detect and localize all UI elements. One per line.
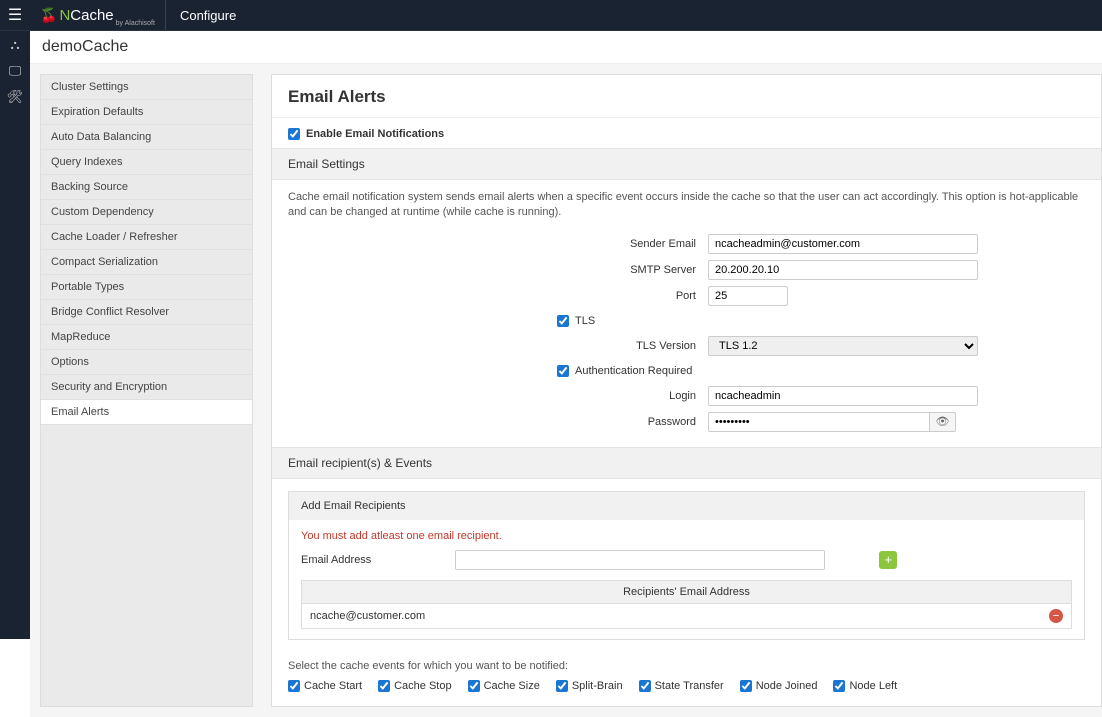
recipients-events-header: Email recipient(s) & Events <box>272 447 1101 479</box>
enable-email-checkbox[interactable] <box>288 128 300 140</box>
monitor-icon[interactable]: 🖵 <box>9 63 22 79</box>
email-address-label: Email Address <box>301 554 371 566</box>
delete-recipient-button[interactable]: − <box>1049 609 1063 623</box>
login-input[interactable] <box>708 386 978 406</box>
event-node-joined[interactable]: Node Joined <box>740 680 818 692</box>
auth-required-checkbox[interactable] <box>557 365 569 377</box>
smtp-server-input[interactable] <box>708 260 978 280</box>
smtp-server-label: SMTP Server <box>288 264 708 276</box>
sidenav-item-mapreduce[interactable]: MapReduce <box>41 325 252 350</box>
sidenav-item-bridge-conflict-resolver[interactable]: Bridge Conflict Resolver <box>41 300 252 325</box>
add-recipient-button[interactable]: + <box>879 551 897 569</box>
event-checkbox[interactable] <box>288 680 300 692</box>
logo: 🍒 NCache by Alachisoft <box>30 0 166 30</box>
sidenav-item-email-alerts[interactable]: Email Alerts <box>41 400 252 425</box>
email-address-input[interactable] <box>455 550 825 570</box>
sidenav-item-backing-source[interactable]: Backing Source <box>41 175 252 200</box>
sidenav-item-expiration-defaults[interactable]: Expiration Defaults <box>41 100 252 125</box>
event-state-transfer[interactable]: State Transfer <box>639 680 724 692</box>
sidenav-item-auto-data-balancing[interactable]: Auto Data Balancing <box>41 125 252 150</box>
sidenav-item-cache-loader-refresher[interactable]: Cache Loader / Refresher <box>41 225 252 250</box>
logo-pre: N <box>59 7 70 24</box>
sidenav-item-compact-serialization[interactable]: Compact Serialization <box>41 250 252 275</box>
enable-email-label: Enable Email Notifications <box>306 128 444 140</box>
breadcrumb: demoCache <box>30 31 1102 64</box>
password-label: Password <box>288 416 708 428</box>
tls-version-select[interactable]: TLS 1.2 <box>708 336 978 356</box>
event-cache-stop[interactable]: Cache Stop <box>378 680 451 692</box>
event-checkbox[interactable] <box>740 680 752 692</box>
logo-sub: by Alachisoft <box>116 20 155 27</box>
email-alerts-panel: Email Alerts Enable Email Notifications … <box>271 74 1102 707</box>
add-recipients-header: Add Email Recipients <box>289 492 1084 520</box>
login-label: Login <box>288 390 708 402</box>
sidenav-item-portable-types[interactable]: Portable Types <box>41 275 252 300</box>
sender-email-label: Sender Email <box>288 238 708 250</box>
cherry-icon: 🍒 <box>40 7 57 24</box>
sidenav-item-query-indexes[interactable]: Query Indexes <box>41 150 252 175</box>
auth-required-label: Authentication Required <box>575 365 692 377</box>
event-checkbox[interactable] <box>556 680 568 692</box>
tls-version-label: TLS Version <box>288 340 708 352</box>
tls-checkbox[interactable] <box>557 315 569 327</box>
email-settings-header: Email Settings <box>272 148 1101 180</box>
tls-label: TLS <box>575 315 595 327</box>
event-node-left[interactable]: Node Left <box>833 680 897 692</box>
sender-email-input[interactable] <box>708 234 978 254</box>
event-checkbox[interactable] <box>468 680 480 692</box>
add-recipients-box: Add Email Recipients You must add atleas… <box>288 491 1085 640</box>
event-checkbox[interactable] <box>833 680 845 692</box>
table-row: ncache@customer.com − <box>302 604 1071 628</box>
side-nav: Cluster SettingsExpiration DefaultsAuto … <box>40 74 253 707</box>
tools-icon[interactable]: 🛠 <box>7 89 24 105</box>
menu-icon[interactable]: ☰ <box>0 5 30 25</box>
sitemap-icon[interactable]: ⛬ <box>10 37 19 53</box>
configure-tab[interactable]: Configure <box>166 8 250 23</box>
sidenav-item-custom-dependency[interactable]: Custom Dependency <box>41 200 252 225</box>
event-cache-size[interactable]: Cache Size <box>468 680 540 692</box>
recipients-table-header: Recipients' Email Address <box>302 581 1071 604</box>
event-checkbox[interactable] <box>378 680 390 692</box>
port-label: Port <box>288 290 708 302</box>
sidenav-item-security-and-encryption[interactable]: Security and Encryption <box>41 375 252 400</box>
sidenav-item-cluster-settings[interactable]: Cluster Settings <box>41 75 252 100</box>
recipient-warning: You must add atleast one email recipient… <box>289 520 1084 550</box>
event-checkbox[interactable] <box>639 680 651 692</box>
recipient-email: ncache@customer.com <box>310 610 425 622</box>
event-split-brain[interactable]: Split-Brain <box>556 680 623 692</box>
logo-rest: Cache <box>70 7 113 24</box>
events-description: Select the cache events for which you wa… <box>272 652 1101 676</box>
email-settings-desc: Cache email notification system sends em… <box>272 180 1101 231</box>
eye-icon[interactable]: 👁 <box>930 412 956 432</box>
port-input[interactable] <box>708 286 788 306</box>
panel-title: Email Alerts <box>272 75 1101 118</box>
password-input[interactable] <box>708 412 930 432</box>
event-cache-start[interactable]: Cache Start <box>288 680 362 692</box>
sidenav-item-options[interactable]: Options <box>41 350 252 375</box>
